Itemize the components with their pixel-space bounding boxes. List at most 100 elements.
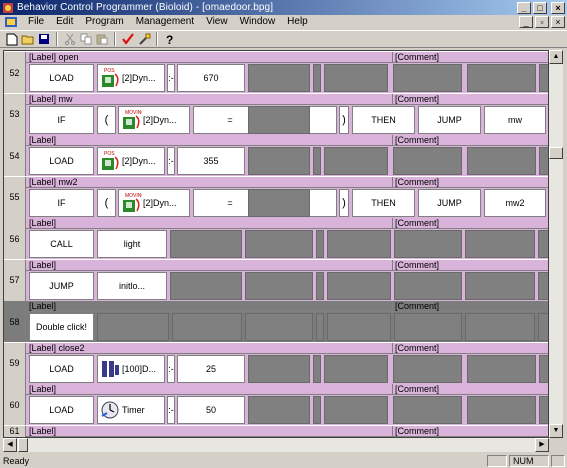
maximize-button[interactable]: □ (533, 1, 547, 14)
empty-cell[interactable] (313, 147, 321, 175)
empty-cell[interactable] (97, 313, 169, 341)
assign-operator[interactable]: :- (167, 396, 175, 424)
open-paren[interactable]: ( (97, 188, 116, 217)
command-cell[interactable]: JUMP (29, 271, 94, 300)
then-keyword[interactable]: THEN (352, 105, 415, 134)
command-cell[interactable]: IF (29, 188, 94, 217)
empty-cell[interactable] (465, 230, 535, 258)
minimize-button[interactable]: _ (517, 1, 531, 14)
empty-cell[interactable] (538, 230, 548, 258)
horizontal-scrollbar[interactable]: ◀ ▶ (3, 438, 549, 452)
name-cell[interactable]: initlo... (97, 271, 167, 300)
jump-keyword[interactable]: JUMP (418, 105, 481, 134)
row-comment[interactable]: [Comment] (392, 218, 439, 229)
empty-cell[interactable] (467, 354, 536, 383)
row-number[interactable]: 61 (4, 425, 26, 437)
empty-cell[interactable] (465, 271, 535, 300)
cut-icon[interactable] (62, 32, 78, 47)
row-comment[interactable]: [Comment] (392, 301, 439, 312)
empty-cell[interactable] (170, 271, 242, 300)
row-comment[interactable]: [Comment] (392, 259, 439, 271)
empty-cell[interactable] (172, 313, 242, 341)
row-label[interactable]: [Label] (29, 426, 56, 437)
child-minimize-button[interactable]: _ (519, 16, 533, 28)
scroll-left-arrow-icon[interactable]: ◀ (3, 438, 17, 452)
scroll-down-arrow-icon[interactable]: ▼ (549, 424, 563, 438)
new-file-icon[interactable] (4, 32, 20, 47)
row-label[interactable]: [Label] (29, 384, 56, 395)
empty-cell[interactable] (538, 271, 548, 300)
row-label[interactable]: [Label] mw (29, 94, 73, 105)
row-comment[interactable]: [Comment] (392, 176, 439, 188)
empty-cell[interactable] (324, 396, 388, 424)
assign-operator[interactable]: :- (167, 354, 175, 383)
label-bar[interactable]: [Label] mw2 [Comment] (26, 176, 548, 188)
row-number[interactable]: 55 (4, 176, 26, 218)
empty-cell[interactable] (394, 313, 462, 341)
row-comment[interactable]: [Comment] (392, 135, 439, 146)
child-restore-button[interactable]: ▫ (535, 16, 549, 28)
menu-help[interactable]: Help (281, 15, 314, 29)
row-comment[interactable]: [Comment] (392, 93, 439, 105)
command-cell[interactable]: LOAD (29, 64, 94, 92)
empty-cell[interactable] (316, 230, 324, 258)
empty-cell[interactable] (313, 354, 321, 383)
label-bar[interactable]: [Label] [Comment] (26, 218, 548, 229)
empty-cell[interactable] (393, 396, 462, 424)
vertical-scrollbar[interactable]: ▲ ▼ (549, 50, 563, 438)
open-folder-icon[interactable] (20, 32, 36, 47)
document-icon[interactable] (4, 16, 18, 28)
empty-cell[interactable] (467, 147, 536, 175)
close-paren[interactable]: ) (339, 188, 349, 217)
scroll-up-arrow-icon[interactable]: ▲ (549, 50, 563, 64)
empty-cell[interactable] (393, 354, 462, 383)
row-label[interactable]: [Label] open (29, 52, 79, 63)
empty-cell[interactable] (324, 354, 388, 383)
row-comment[interactable]: [Comment] (392, 425, 439, 437)
row-number[interactable]: 53 (4, 93, 26, 135)
paste-icon[interactable] (94, 32, 110, 47)
device-cell[interactable]: MOVING[2]Dyn... (118, 188, 190, 217)
device-cell[interactable]: POS [2]Dyn... (97, 64, 165, 92)
copy-icon[interactable] (78, 32, 94, 47)
title-bar[interactable]: Behavior Control Programmer (Bioloid) - … (0, 0, 567, 15)
empty-cell[interactable] (467, 396, 536, 424)
scroll-right-arrow-icon[interactable]: ▶ (535, 438, 549, 452)
empty-cell[interactable] (393, 147, 462, 175)
command-cell[interactable]: LOAD (29, 396, 94, 424)
jump-target[interactable]: mw2 (484, 188, 546, 217)
empty-cell[interactable] (539, 396, 548, 424)
empty-cell[interactable] (248, 147, 310, 175)
empty-cell[interactable] (393, 64, 462, 92)
row-label[interactable]: [Label] (29, 260, 56, 271)
row-number[interactable]: 54 (4, 135, 26, 176)
empty-cell[interactable] (248, 64, 310, 92)
command-cell[interactable]: LOAD (29, 354, 94, 383)
value-cell[interactable]: 355 (177, 147, 245, 175)
then-keyword[interactable]: THEN (352, 188, 415, 217)
empty-cell[interactable] (538, 313, 548, 341)
close-paren[interactable]: ) (339, 105, 349, 134)
empty-cell[interactable] (324, 147, 388, 175)
assign-operator[interactable]: :- (167, 64, 175, 92)
empty-cell[interactable] (539, 64, 548, 92)
empty-cell[interactable] (245, 271, 313, 300)
empty-cell[interactable] (313, 396, 321, 424)
empty-cell[interactable] (327, 313, 391, 341)
empty-cell[interactable] (465, 313, 535, 341)
menu-view[interactable]: View (200, 15, 234, 29)
menu-edit[interactable]: Edit (50, 15, 79, 29)
empty-cell[interactable] (316, 313, 324, 341)
empty-cell[interactable] (327, 230, 391, 258)
close-button[interactable]: × (551, 1, 565, 14)
row-number[interactable]: 60 (4, 384, 26, 425)
device-cell[interactable]: POS [2]Dyn... (97, 147, 165, 175)
row-number[interactable]: 59 (4, 342, 26, 384)
device-cell[interactable]: Timer (97, 396, 165, 424)
row-label[interactable]: [Label] mw2 (29, 177, 78, 188)
jump-target[interactable]: mw (484, 105, 546, 134)
value-cell[interactable]: 670 (177, 64, 245, 92)
row-comment[interactable]: [Comment] (392, 342, 439, 354)
child-close-button[interactable]: × (551, 16, 565, 28)
empty-cell[interactable] (316, 271, 324, 300)
